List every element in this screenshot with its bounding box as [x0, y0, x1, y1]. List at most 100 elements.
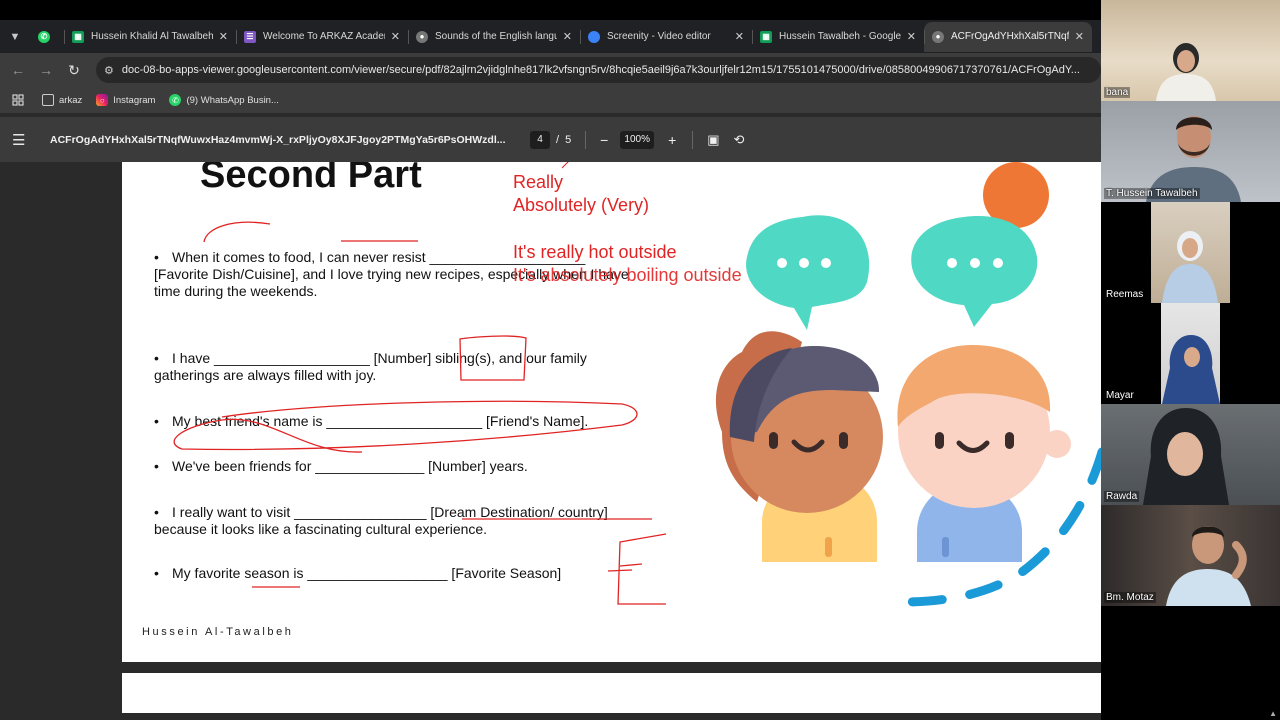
close-icon[interactable]: ✕	[391, 30, 400, 43]
participant-tile[interactable]: Mayar	[1101, 303, 1280, 404]
participant-tile[interactable]: bana	[1101, 0, 1280, 101]
annotation-hot: It's really hot outside	[513, 242, 677, 262]
annotation-absolutely: Absolutely (Very)	[513, 195, 650, 215]
participant-name: Rawda	[1104, 491, 1140, 502]
bullet: •	[154, 504, 159, 520]
bookmark-arkaz[interactable]: arkaz	[42, 94, 82, 106]
url-text: doc-08-bo-apps-viewer.googleusercontent.…	[121, 64, 1080, 76]
scroll-down-arrow-icon[interactable]: ▲	[1269, 709, 1277, 718]
annotation-boiling: It's absolutely boiling outside	[513, 265, 742, 285]
sentence-siblings: • I have ____________________ [Number] si…	[154, 350, 674, 384]
person-left	[715, 331, 883, 562]
sheets-icon: ▦	[72, 30, 84, 43]
tab-label: ACFrOgAdYHxhXal5rTNqfW	[951, 31, 1069, 42]
sentence-line: because it looks like a fascinating cult…	[154, 521, 488, 537]
participant-tile[interactable]: Rawda	[1101, 404, 1280, 505]
ink-cursor-mark	[561, 162, 569, 169]
tab-sounds[interactable]: ● Sounds of the English language ✕	[408, 22, 580, 52]
page-separator: /	[556, 133, 560, 146]
sentence-visit: • I really want to visit ________________…	[154, 504, 674, 538]
participant-tile[interactable]: Bm. Motaz	[1101, 505, 1280, 606]
window-top-edge	[0, 0, 1101, 20]
browser-window: ▼ ✆ ▦ Hussein Khalid Al Tawalbeh ✕ ☰ Wel…	[0, 0, 1101, 720]
bookmark-instagram[interactable]: ○ Instagram	[96, 94, 155, 106]
participant-tile[interactable]: T. Hussein Tawalbeh	[1101, 101, 1280, 202]
tab-whatsapp-pinned[interactable]: ✆	[30, 22, 64, 52]
slide-footer: Hussein Al-Tawalbeh	[142, 626, 294, 638]
bookmark-label: (9) WhatsApp Busin...	[186, 94, 279, 106]
close-icon[interactable]: ✕	[735, 30, 744, 43]
forward-arrow-icon[interactable]: →	[32, 56, 60, 84]
address-bar: ← → ↻ ⚙ doc-08-bo-apps-viewer.googleuser…	[0, 53, 1101, 87]
slide-title: Second Part	[200, 162, 422, 196]
fit-page-icon[interactable]: ▣	[707, 132, 719, 148]
globe-icon: ●	[932, 30, 944, 43]
pdf-viewer[interactable]: Second Part • When it comes to food, I ca…	[0, 162, 1101, 720]
tab-label: Welcome To ARKAZ Academy	[263, 31, 385, 42]
folder-icon	[42, 94, 54, 106]
bookmark-label: arkaz	[59, 94, 83, 106]
tab-pdf-active[interactable]: ● ACFrOgAdYHxhXal5rTNqfW ✕	[924, 21, 1092, 52]
apps-grid-icon-shape	[12, 94, 24, 106]
toolbar-divider	[692, 130, 694, 149]
rotate-icon[interactable]: ⟲	[733, 132, 744, 148]
apps-grid-icon[interactable]	[12, 94, 24, 106]
bookmark-label: Instagram	[113, 94, 156, 106]
instagram-icon: ○	[96, 94, 109, 106]
participant-name: T. Hussein Tawalbeh	[1104, 188, 1200, 199]
menu-icon[interactable]: ☰	[12, 131, 42, 149]
tab-label: Sounds of the English language	[435, 31, 557, 42]
sentence-line: I have ____________________ [Number] sib…	[172, 350, 587, 366]
globe-icon: ●	[416, 30, 428, 43]
sentence-line: gatherings are always filled with joy.	[154, 367, 377, 383]
zoom-input[interactable]: 100%	[620, 130, 655, 149]
bullet: •	[154, 458, 159, 474]
whatsapp-icon: ✆	[169, 94, 182, 106]
bookmark-whatsapp[interactable]: ✆ (9) WhatsApp Busin...	[169, 94, 279, 106]
toolbar-divider	[585, 130, 587, 149]
tab-hussein-sheets[interactable]: ▦ Hussein Tawalbeh - Google Sheets ✕	[752, 22, 924, 52]
zoom-in-icon[interactable]: +	[666, 132, 678, 148]
tab-hussein-khalid[interactable]: ▦ Hussein Khalid Al Tawalbeh ✕	[64, 22, 236, 52]
close-icon[interactable]: ✕	[563, 30, 572, 43]
reload-icon[interactable]: ↻	[60, 56, 88, 84]
bullet: •	[154, 413, 159, 429]
sentence-line: My favorite season is __________________…	[172, 565, 562, 581]
participant-name: Reemas	[1104, 289, 1146, 300]
sentence-line: My best friend's name is _______________…	[172, 413, 589, 429]
sentence-season: • My favorite season is _________________…	[154, 565, 674, 582]
screen: ▼ ✆ ▦ Hussein Khalid Al Tawalbeh ✕ ☰ Wel…	[0, 0, 1280, 720]
speech-bubble-left	[746, 215, 870, 330]
site-settings-icon[interactable]: ⚙	[104, 64, 114, 77]
zoom-out-icon[interactable]: −	[598, 132, 610, 148]
friends-illustration	[715, 162, 1101, 607]
annotation-really: Really	[513, 172, 564, 192]
participant-avatar	[1156, 43, 1216, 101]
bookmarks-bar: arkaz ○ Instagram ✆ (9) WhatsApp Busin..…	[0, 87, 1101, 113]
participant-avatar	[1162, 335, 1220, 404]
participant-name: Bm. Motaz	[1104, 592, 1156, 603]
sentence-line: I really want to visit _________________…	[172, 504, 608, 520]
close-icon[interactable]: ✕	[219, 30, 228, 43]
bullet: •	[154, 249, 159, 265]
tab-search-chevron-down-icon[interactable]: ▼	[0, 22, 30, 52]
pdf-toolbar: ☰ ACFrOgAdYHxhXal5rTNqfWuwxHaz4mvmWj-X_r…	[0, 117, 1101, 162]
tab-screenity[interactable]: Screenity - Video editor ✕	[580, 22, 752, 52]
participant-tile[interactable]: Reemas	[1101, 202, 1280, 303]
close-icon[interactable]: ✕	[1075, 30, 1084, 43]
url-omnibox[interactable]: ⚙ doc-08-bo-apps-viewer.googleuserconten…	[96, 57, 1101, 83]
ink-arc-food	[203, 221, 271, 243]
participants-panel: bana T. Hussein Tawalbeh Reemas Mayar Ra…	[1101, 0, 1280, 720]
participant-avatar	[1143, 408, 1229, 505]
tab-arkaz[interactable]: ☰ Welcome To ARKAZ Academy ✕	[236, 22, 408, 52]
tab-bar: ▼ ✆ ▦ Hussein Khalid Al Tawalbeh ✕ ☰ Wel…	[0, 20, 1101, 53]
sheets-icon: ▦	[760, 30, 772, 43]
close-icon[interactable]: ✕	[907, 30, 916, 43]
screenity-icon	[588, 30, 600, 43]
forms-icon: ☰	[244, 30, 256, 43]
participant-avatar	[1166, 526, 1251, 606]
page-total: 5	[565, 133, 572, 146]
page-number-input[interactable]: 4	[530, 130, 550, 149]
participant-name: Mayar	[1104, 390, 1136, 401]
back-arrow-icon[interactable]: ←	[4, 56, 32, 84]
